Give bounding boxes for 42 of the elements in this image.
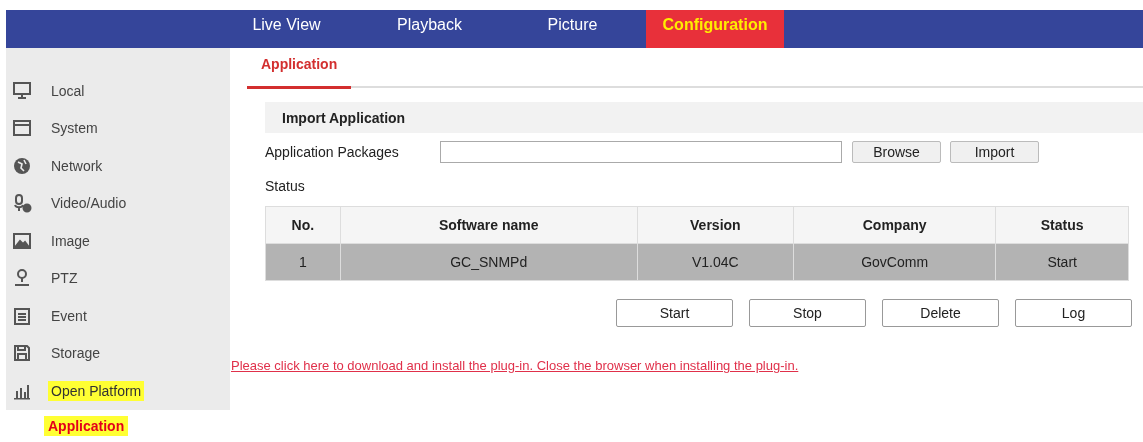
column-header: Status <box>995 206 1129 244</box>
table-cell: GC_SNMPd <box>340 243 638 281</box>
sidebar-item[interactable]: System <box>48 118 101 139</box>
microphone-icon <box>12 193 32 214</box>
column-header: No. <box>265 206 341 244</box>
sidebar-item[interactable]: Local <box>48 80 88 101</box>
input-field[interactable] <box>440 141 842 163</box>
table-cell: V1.04C <box>637 243 794 281</box>
table-cell: Start <box>995 243 1129 281</box>
button[interactable]: Stop <box>749 299 866 327</box>
sidebar-subitem[interactable]: Application <box>44 416 129 436</box>
column-header: Software name <box>340 206 638 244</box>
column-header: Version <box>637 206 794 244</box>
button[interactable]: Import <box>950 141 1039 163</box>
globe-icon <box>12 155 32 176</box>
nav-tab[interactable]: Live View <box>215 10 358 48</box>
button[interactable]: Start <box>616 299 733 327</box>
table-cell: GovComm <box>793 243 996 281</box>
sidebar-item[interactable]: Storage <box>48 343 104 364</box>
section-title: Import Application <box>282 109 406 126</box>
sidebar-item[interactable]: Video/Audio <box>48 193 130 214</box>
button[interactable]: Log <box>1015 299 1132 327</box>
sidebar-item[interactable]: Network <box>48 155 106 176</box>
plugin-link[interactable]: Please click here to download and install the plug-in. Close the browser when installing the plug-in. <box>231 358 799 373</box>
nav-tab[interactable]: Picture <box>501 10 644 48</box>
sidebar-item[interactable]: Open Platform <box>48 380 145 401</box>
field-label: Application Packages <box>265 144 400 160</box>
sub-tab[interactable]: Application <box>247 48 352 89</box>
nav-tab[interactable]: Playback <box>358 10 501 48</box>
sidebar-item[interactable]: Event <box>48 305 90 326</box>
sidebar-item[interactable]: PTZ <box>48 268 81 289</box>
nav-tab[interactable]: Configuration <box>646 10 784 48</box>
column-header: Company <box>793 206 996 244</box>
table-row[interactable]: 1 GC_SNMPd V1.04C GovComm Start <box>265 243 1129 281</box>
status-label: Status <box>265 177 306 196</box>
table-cell: 1 <box>265 243 341 281</box>
window-icon <box>12 118 32 139</box>
image-icon <box>12 230 32 251</box>
button[interactable]: Browse <box>852 141 941 163</box>
monitor-icon <box>12 80 32 101</box>
button[interactable]: Delete <box>882 299 999 327</box>
sidebar-item[interactable]: Image <box>48 230 93 251</box>
